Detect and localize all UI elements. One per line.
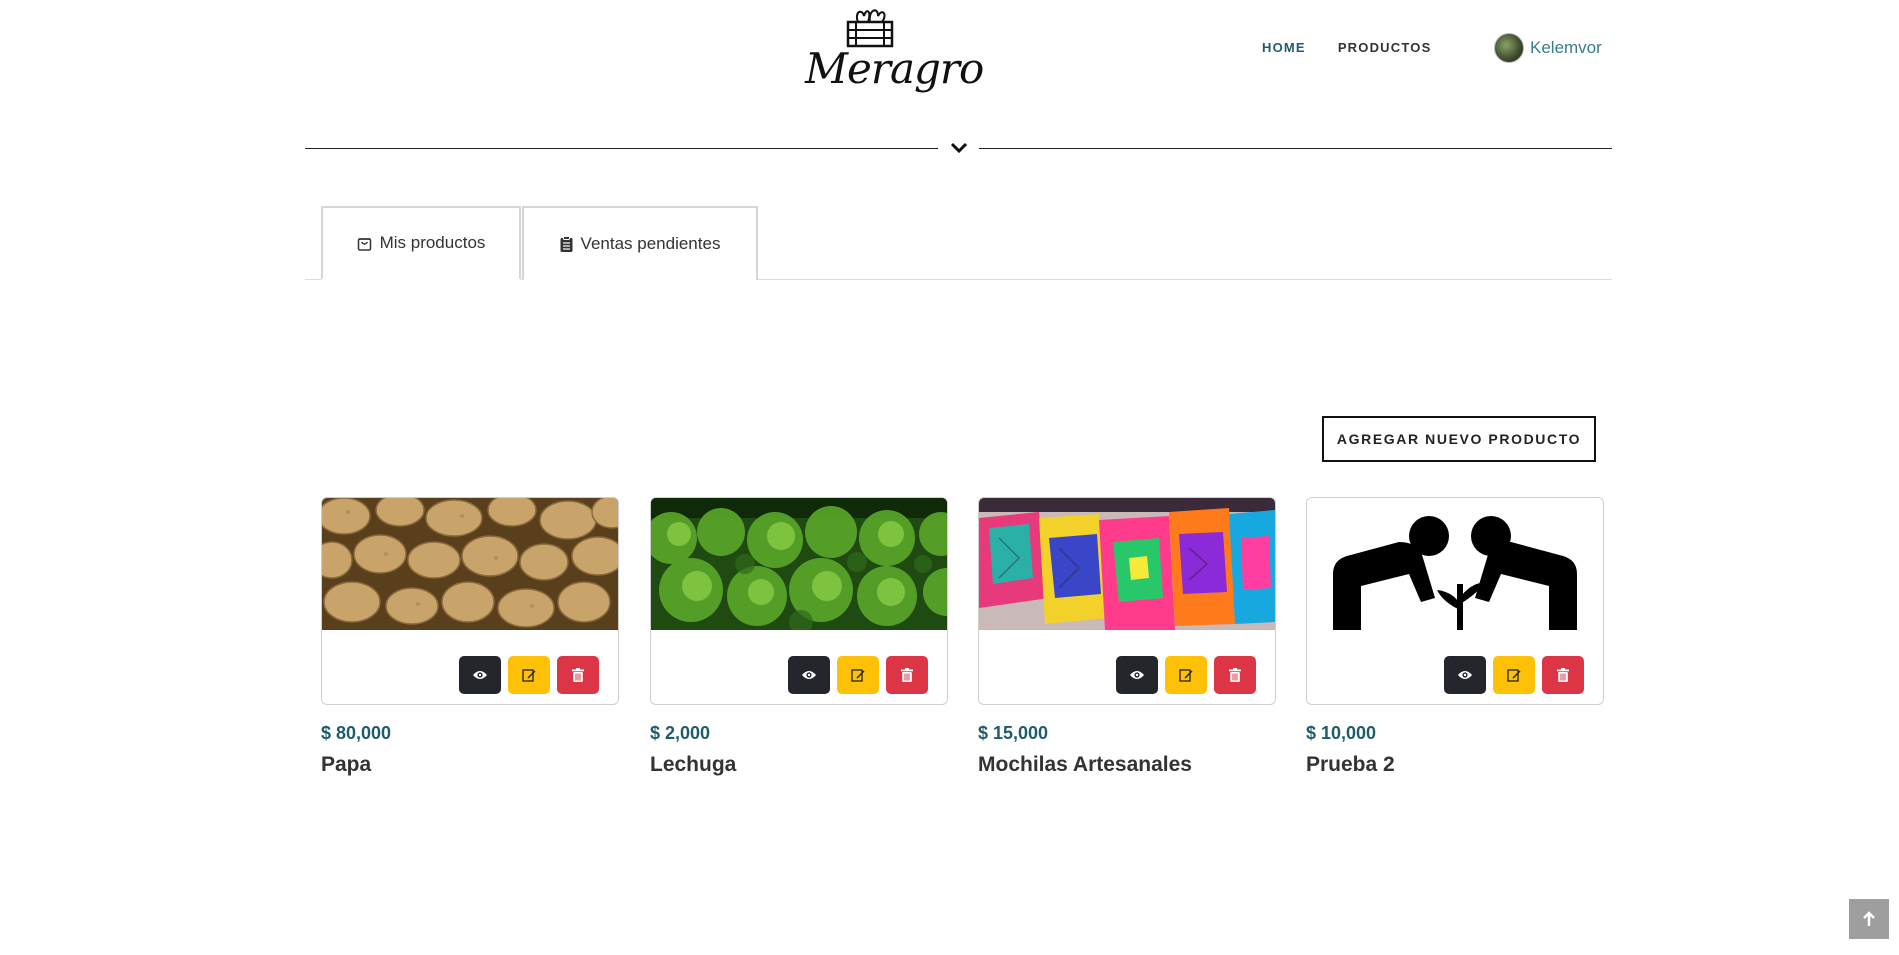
add-product-button[interactable]: AGREGAR NUEVO PRODUCTO: [1322, 416, 1596, 462]
arrow-up-icon: [1863, 911, 1875, 926]
edit-icon: [851, 669, 865, 682]
product-name[interactable]: Papa: [321, 753, 619, 777]
delete-button[interactable]: [886, 656, 928, 694]
edit-button[interactable]: [1493, 656, 1535, 694]
product-name[interactable]: Prueba 2: [1306, 753, 1604, 777]
avatar: [1494, 33, 1524, 63]
product-card: $ 2,000 Lechuga: [650, 497, 948, 777]
trash-icon: [572, 668, 584, 682]
tab-my-products[interactable]: Mis productos: [321, 206, 521, 280]
product-name[interactable]: Lechuga: [650, 753, 948, 777]
divider-left: [305, 148, 938, 149]
potatoes-image: [322, 498, 618, 630]
product-card-box: [650, 497, 948, 705]
delete-button[interactable]: [1542, 656, 1584, 694]
product-price: $ 10,000: [1306, 723, 1377, 743]
shopping-bag-icon: [357, 238, 371, 251]
chevron-down-icon[interactable]: [949, 140, 969, 156]
user-name: Kelemvor: [1530, 38, 1602, 57]
eye-icon: [473, 671, 487, 679]
people-planting-icon-image: [1307, 498, 1603, 630]
product-card: $ 80,000 Papa: [321, 497, 619, 777]
tab-label: Ventas pendientes: [580, 234, 721, 253]
scroll-to-top-button[interactable]: [1849, 899, 1889, 939]
eye-icon: [1130, 671, 1144, 679]
trash-icon: [901, 668, 913, 682]
view-button[interactable]: [1116, 656, 1158, 694]
edit-icon: [1507, 669, 1521, 682]
delete-button[interactable]: [557, 656, 599, 694]
brand-logo[interactable]: Meragro: [805, 4, 984, 96]
divider-right: [979, 148, 1612, 149]
crate-icon: [846, 9, 894, 48]
edit-button[interactable]: [837, 656, 879, 694]
card-actions: [788, 656, 928, 694]
delete-button[interactable]: [1214, 656, 1256, 694]
trash-icon: [1229, 668, 1241, 682]
card-actions: [1444, 656, 1584, 694]
product-card-box: [1306, 497, 1604, 705]
product-price: $ 2,000: [650, 723, 711, 743]
nav-home[interactable]: HOME: [1262, 40, 1306, 55]
trash-icon: [1557, 668, 1569, 682]
tab-label: Mis productos: [379, 233, 486, 252]
clipboard-icon: [560, 236, 573, 252]
main-nav: HOME PRODUCTOS: [1262, 40, 1431, 55]
handcrafted-bags-image: [979, 498, 1275, 630]
nav-products[interactable]: PRODUCTOS: [1338, 40, 1432, 55]
product-price: $ 80,000: [321, 723, 392, 743]
edit-button[interactable]: [1165, 656, 1207, 694]
view-button[interactable]: [1444, 656, 1486, 694]
view-button[interactable]: [459, 656, 501, 694]
tab-pending-sales[interactable]: Ventas pendientes: [522, 206, 758, 280]
card-actions: [459, 656, 599, 694]
product-card-box: [978, 497, 1276, 705]
product-price: $ 15,000: [978, 723, 1049, 743]
eye-icon: [1458, 671, 1472, 679]
lettuce-image: [651, 498, 947, 630]
product-card: $ 10,000 Prueba 2: [1306, 497, 1604, 777]
view-button[interactable]: [788, 656, 830, 694]
product-card-box: [321, 497, 619, 705]
product-card: $ 15,000 Mochilas Artesanales: [978, 497, 1276, 777]
user-menu[interactable]: Kelemvor: [1494, 33, 1602, 63]
product-name[interactable]: Mochilas Artesanales: [978, 753, 1276, 777]
card-actions: [1116, 656, 1256, 694]
edit-icon: [1179, 669, 1193, 682]
edit-icon: [522, 669, 536, 682]
brand-name: Meragro: [805, 44, 984, 93]
eye-icon: [802, 671, 816, 679]
edit-button[interactable]: [508, 656, 550, 694]
